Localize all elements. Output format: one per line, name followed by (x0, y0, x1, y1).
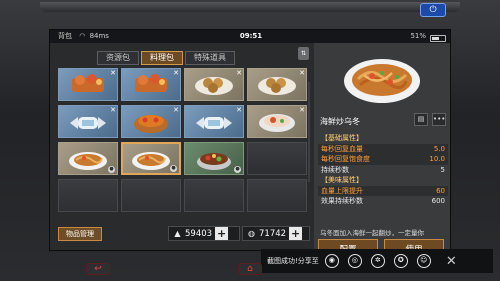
close-icon[interactable]: ✕ (446, 254, 457, 269)
attribute-label: 每秒回复血量 (321, 144, 363, 153)
empty-slot[interactable] (121, 179, 181, 212)
item-slot-stew-pot[interactable]: ● (184, 142, 244, 175)
back-arrow-icon[interactable]: ↩ (86, 263, 110, 275)
silver-icon: ▲ (174, 229, 181, 238)
item-slot-candy-wrap[interactable]: ✕ (58, 105, 118, 138)
qq-icon[interactable]: ☺ (416, 254, 431, 268)
noodle-plate-icon (129, 142, 173, 176)
item-title: 海鲜炒乌冬 (320, 117, 360, 126)
noodle-plate-icon (66, 142, 110, 176)
info-card-icon[interactable]: ▤ (414, 113, 428, 126)
remove-badge: ✕ (173, 106, 179, 114)
attribute-label: 效果持续秒数 (321, 197, 363, 205)
candy-wrap-icon (192, 105, 236, 139)
seafood-tray-icon (66, 68, 110, 102)
item-slot-candy-wrap[interactable]: ✕ (184, 105, 244, 138)
share-label: 截图成功!分享至 (267, 257, 319, 265)
clock: 09:51 (239, 32, 263, 40)
add-gem-button[interactable]: + (289, 227, 303, 240)
empty-slot[interactable] (184, 179, 244, 212)
qzone-icon[interactable]: ✪ (393, 254, 408, 268)
bag-sort-icon[interactable]: ⇅ (298, 47, 309, 60)
wechat-icon[interactable]: ◎ (347, 254, 362, 268)
moments-icon[interactable]: ✲ (370, 254, 385, 268)
attribute-row: 每秒回复血量 5.0 (318, 143, 448, 154)
attribute-row: 持续秒数 5 (318, 165, 448, 176)
stew-pot-icon (192, 142, 236, 176)
add-silver-button[interactable]: + (215, 227, 229, 240)
empty-slot[interactable] (247, 142, 307, 175)
attribute-section-header: 【基础属性】 (321, 134, 363, 142)
item-slot-fruit-tart[interactable]: ✕ (121, 105, 181, 138)
battery-icon (430, 34, 446, 42)
item-slot-noodle-plate[interactable]: ● (58, 142, 118, 175)
cookie-plate-icon (192, 68, 236, 102)
empty-slot[interactable] (247, 179, 307, 212)
weibo-icon[interactable]: ◉ (324, 254, 339, 268)
power-icon: ⏻ (429, 5, 437, 15)
power-button[interactable]: ⏻ (420, 3, 446, 17)
soup-bowl-icon (255, 105, 299, 139)
attribute-value: 10.0 (429, 155, 445, 163)
cookie-plate-icon (255, 68, 299, 102)
item-detail-panel: 海鲜炒乌冬 ▤ ••• 【基础属性】 每秒回复血量 5.0 每秒回复饱食度 10.0 持续… (314, 43, 450, 250)
remove-badge: ✕ (299, 106, 305, 114)
gem-amount: 71742 (259, 228, 287, 239)
tab-0[interactable]: 资源包 (97, 51, 139, 65)
attribute-value: 60 (436, 186, 445, 195)
silver-amount: 59403 (185, 228, 213, 239)
share-bar: 截图成功!分享至 ◉ ◎ ✲ ✪ ☺ ✕ (261, 249, 493, 273)
gem-currency: ◍ 71742 + (242, 226, 310, 241)
attribute-row: 血量上限提升 60 (318, 185, 448, 196)
item-slot-soup-bowl[interactable]: ✕ (247, 105, 307, 138)
home-icon[interactable]: ⌂ (238, 263, 262, 275)
attribute-label: 每秒回复饱食度 (321, 155, 370, 163)
grid-scrollbar[interactable] (308, 82, 310, 182)
fruit-tart-icon (129, 105, 173, 139)
attribute-label: 持续秒数 (321, 165, 349, 174)
remove-badge: ✕ (236, 69, 242, 77)
seafood-tray-icon (129, 68, 173, 102)
status-bar: 背包 ◠ 84ms 09:51 51% (50, 30, 450, 43)
gem-icon: ◍ (248, 229, 255, 238)
attribute-label: 血量上限提升 (321, 186, 363, 195)
attribute-row: 每秒回复饱食度 10.0 (318, 154, 448, 165)
item-slot-seafood-tray[interactable]: ✕ (121, 68, 181, 101)
status-right: 51% (410, 30, 446, 43)
remove-badge: ✕ (173, 69, 179, 77)
attribute-section-header: 【美味属性】 (321, 176, 363, 184)
count-badge: ● (170, 165, 177, 172)
count-badge: ● (234, 166, 241, 173)
tab-2[interactable]: 特殊道具 (185, 51, 235, 65)
item-slot-cookie-plate[interactable]: ✕ (247, 68, 307, 101)
item-description: 乌冬面加入海鲜一起翻炒，一定量你 (320, 229, 424, 237)
attribute-value: 5 (440, 165, 445, 174)
remove-badge: ✕ (236, 106, 242, 114)
manage-items-button[interactable]: 物品管理 (58, 227, 102, 241)
attribute-value: 600 (431, 197, 445, 205)
remove-badge: ✕ (110, 106, 116, 114)
silver-currency: ▲ 59403 + (168, 226, 240, 241)
frame-rim (40, 2, 460, 12)
empty-slot[interactable] (58, 179, 118, 212)
game-screen: 背包 ◠ 84ms 09:51 51% 资源包 料理包 特殊道具 ⇅ ✕ ✕ ✕ ✕ ✕ ✕ ✕… (49, 29, 451, 251)
item-slot-cookie-plate[interactable]: ✕ (184, 68, 244, 101)
count-badge: ● (108, 166, 115, 173)
remove-badge: ✕ (299, 69, 305, 77)
detail-tools: ▤ ••• (414, 113, 446, 126)
item-slot-noodle-plate[interactable]: ● (121, 142, 181, 175)
bag-tabs: 资源包 料理包 特殊道具 (97, 51, 235, 65)
more-options-icon[interactable]: ••• (432, 113, 446, 126)
attribute-list: 【基础属性】 每秒回复血量 5.0 每秒回复饱食度 10.0 持续秒数 5 【美味属性】 血量上… (318, 133, 448, 207)
tab-1[interactable]: 料理包 (141, 51, 183, 65)
device-frame: ⏻ 背包 ◠ 84ms 09:51 51% 资源包 料理包 特殊道具 ⇅ ✕ ✕ ✕ ✕ ✕… (0, 0, 500, 281)
item-slot-seafood-tray[interactable]: ✕ (58, 68, 118, 101)
remove-badge: ✕ (110, 69, 116, 77)
item-grid: ✕ ✕ ✕ ✕ ✕ ✕ ✕ ✕ ● ● ● (58, 68, 308, 212)
battery-percent: 51% (410, 32, 426, 40)
attribute-row: 效果持续秒数 600 (318, 196, 448, 207)
noodle-dish-image (344, 59, 420, 103)
candy-wrap-icon (66, 105, 110, 139)
attribute-value: 5.0 (433, 144, 445, 153)
